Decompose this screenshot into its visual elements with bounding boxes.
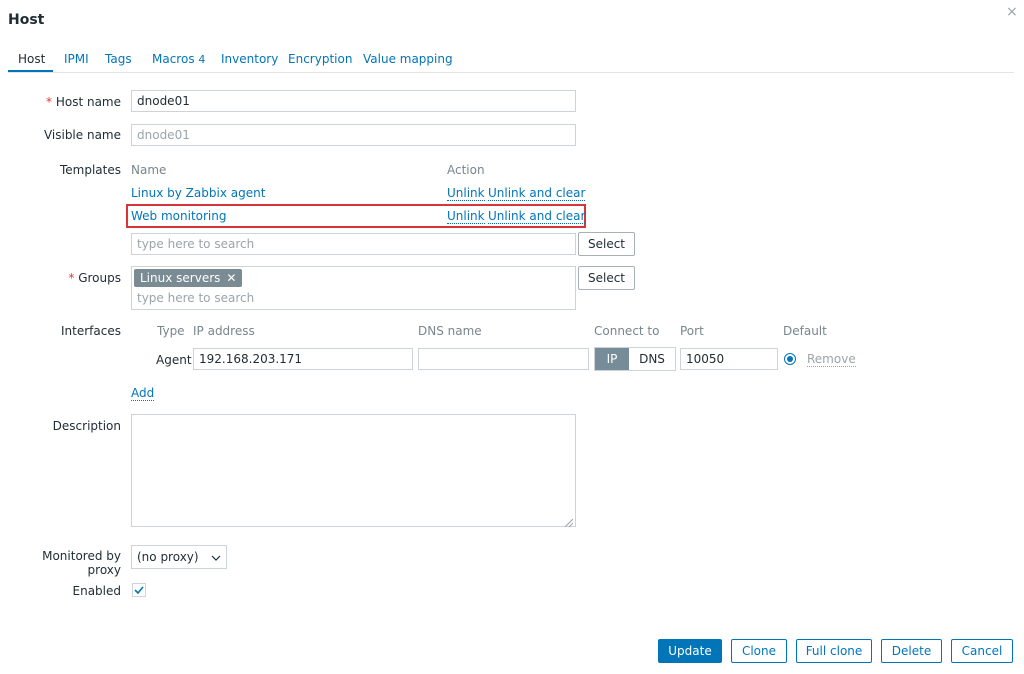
add-interface-link[interactable]: Add xyxy=(131,386,155,401)
radio-dot xyxy=(787,356,793,362)
connect-to-toggle: IP DNS xyxy=(594,347,676,371)
interface-port-input[interactable]: 10050 xyxy=(680,348,778,370)
connect-dns-option[interactable]: DNS xyxy=(629,348,675,370)
full-clone-button[interactable]: Full clone xyxy=(796,639,872,663)
tab-value-mapping[interactable]: Value mapping xyxy=(363,52,453,66)
groups-search-input[interactable]: type here to search xyxy=(137,291,254,305)
checkmark-icon xyxy=(134,586,144,594)
host-name-label-text: Host name xyxy=(55,95,121,109)
required-mark: * xyxy=(46,95,52,109)
proxy-select[interactable]: (no proxy) xyxy=(131,545,227,569)
host-name-label: * Host name xyxy=(11,95,121,109)
tab-macros-label: Macros xyxy=(152,52,195,66)
groups-select-button[interactable]: Select xyxy=(578,266,635,290)
default-interface-radio[interactable] xyxy=(784,353,796,365)
interfaces-col-port: Port xyxy=(680,324,704,338)
tab-encryption[interactable]: Encryption xyxy=(288,52,352,66)
description-textarea[interactable] xyxy=(131,414,576,527)
chevron-down-icon xyxy=(211,550,221,564)
visible-name-input[interactable]: dnode01 xyxy=(131,124,576,146)
dialog-title: Host xyxy=(8,12,45,28)
tab-macros-count: 4 xyxy=(198,53,206,66)
templates-select-button[interactable]: Select xyxy=(578,232,635,256)
templates-col-action: Action xyxy=(447,163,485,177)
proxy-label: Monitored by proxy xyxy=(42,549,121,577)
resize-handle-icon[interactable] xyxy=(564,516,574,528)
template-link-web-monitoring[interactable]: Web monitoring xyxy=(131,209,226,223)
interfaces-col-dns: DNS name xyxy=(418,324,482,338)
interface-type: Agent xyxy=(156,353,192,367)
interface-ip-input[interactable]: 192.168.203.171 xyxy=(193,348,413,370)
interfaces-col-type: Type xyxy=(157,324,185,338)
connect-ip-option[interactable]: IP xyxy=(595,348,629,370)
active-tab-indicator xyxy=(8,70,53,72)
tab-macros[interactable]: Macros 4 xyxy=(152,52,205,66)
tab-tags[interactable]: Tags xyxy=(105,52,132,66)
host-name-input[interactable]: dnode01 xyxy=(131,90,576,112)
clone-button[interactable]: Clone xyxy=(731,639,787,663)
templates-col-name: Name xyxy=(131,163,167,177)
template-link-linux-by-zabbix-agent[interactable]: Linux by Zabbix agent xyxy=(131,186,265,200)
interfaces-col-default: Default xyxy=(783,324,827,338)
template-unlink-and-clear-button[interactable]: Unlink and clear xyxy=(488,209,586,224)
interfaces-col-ip: IP address xyxy=(193,324,255,338)
group-tag-label: Linux servers xyxy=(140,271,221,285)
remove-interface-link[interactable]: Remove xyxy=(807,352,856,367)
interfaces-label: Interfaces xyxy=(61,324,121,338)
delete-button[interactable]: Delete xyxy=(881,639,942,663)
remove-tag-icon[interactable]: ✕ xyxy=(226,271,236,285)
tab-inventory[interactable]: Inventory xyxy=(221,52,278,66)
groups-label-text: Groups xyxy=(78,271,121,285)
groups-label: * Groups xyxy=(11,271,121,285)
tab-bar: Host IPMI Tags Macros 4 Inventory Encryp… xyxy=(8,52,1014,73)
templates-label: Templates xyxy=(59,163,121,177)
group-tag: Linux servers ✕ xyxy=(134,269,243,287)
cancel-button[interactable]: Cancel xyxy=(951,639,1013,663)
template-unlink-button[interactable]: Unlink xyxy=(447,209,485,224)
required-mark: * xyxy=(68,271,75,285)
interfaces-col-connect: Connect to xyxy=(594,324,660,338)
proxy-select-value: (no proxy) xyxy=(137,550,199,564)
enabled-checkbox[interactable] xyxy=(132,583,146,597)
visible-name-label: Visible name xyxy=(43,128,121,142)
enabled-label: Enabled xyxy=(72,584,122,598)
tab-ipmi[interactable]: IPMI xyxy=(64,52,89,66)
close-icon[interactable]: × xyxy=(1006,4,1018,20)
template-unlink-button[interactable]: Unlink xyxy=(447,186,485,201)
description-label: Description xyxy=(52,419,121,433)
template-unlink-and-clear-button[interactable]: Unlink and clear xyxy=(488,186,586,201)
tab-host[interactable]: Host xyxy=(18,52,45,66)
update-button[interactable]: Update xyxy=(658,639,722,663)
templates-search-input[interactable]: type here to search xyxy=(131,233,576,255)
interface-dns-input[interactable] xyxy=(418,348,589,370)
